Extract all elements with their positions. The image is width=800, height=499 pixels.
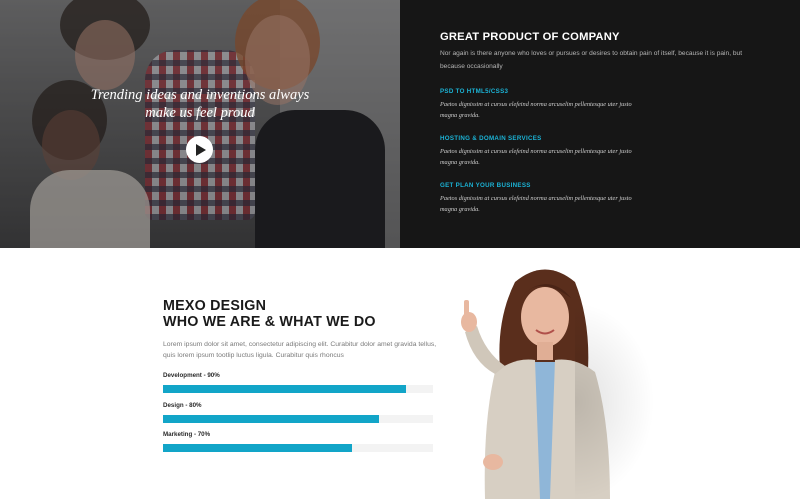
about-heading-line1: MEXO DESIGN [163, 298, 267, 314]
skill-fill [163, 444, 352, 452]
skill-label: Marketing - 70% [163, 431, 211, 438]
play-icon [195, 143, 206, 156]
skill-fill [163, 415, 379, 423]
service-item: GET PLAN YOUR BUSINESS Paetos dignissim … [440, 182, 760, 215]
skill-bar: Development - 90% [163, 372, 433, 393]
top-section: Trending ideas and inventions always mak… [0, 0, 800, 248]
service-title[interactable]: PSD TO HTML5/CSS3 [440, 88, 760, 95]
about-heading-line2: WHO WE ARE & WHAT WE DO [163, 314, 376, 330]
service-title[interactable]: GET PLAN YOUR BUSINESS [440, 182, 760, 189]
skill-bar: Design - 80% [163, 402, 433, 423]
skill-fill [163, 385, 406, 393]
skill-bar: Marketing - 70% [163, 431, 433, 452]
hero-image: Trending ideas and inventions always mak… [0, 0, 400, 248]
service-title[interactable]: HOSTING & DOMAIN SERVICES [440, 135, 760, 142]
about-text: Lorem ipsum dolor sit amet, consectetur … [163, 341, 437, 359]
service-item: PSD TO HTML5/CSS3 Paetos dignissim at cu… [440, 88, 760, 121]
skill-track [163, 385, 433, 393]
service-item: HOSTING & DOMAIN SERVICES Paetos digniss… [440, 135, 760, 168]
woman-pointing-image [445, 262, 655, 499]
product-panel: GREAT PRODUCT OF COMPANY Nor again is th… [400, 0, 800, 248]
skill-track [163, 415, 433, 423]
skill-label: Design - 80% [163, 402, 202, 409]
about-heading: MEXO DESIGN WHO WE ARE & WHAT WE DO [163, 298, 376, 330]
panel-description: Nor again is there anyone who loves or p… [440, 50, 743, 70]
panel-title: GREAT PRODUCT OF COMPANY [440, 31, 620, 43]
service-text: Paetos dignissim at cursus elefeind norm… [440, 101, 632, 119]
service-text: Paetos dignissim at cursus elefeind norm… [440, 148, 632, 166]
service-text: Paetos dignissim at cursus elefeind norm… [440, 195, 632, 213]
skill-label: Development - 90% [163, 372, 220, 379]
play-video-button[interactable] [186, 136, 213, 163]
skill-track [163, 444, 433, 452]
about-section: MEXO DESIGN WHO WE ARE & WHAT WE DO Lore… [0, 248, 800, 499]
hero-tagline: Trending ideas and inventions always mak… [90, 87, 310, 121]
